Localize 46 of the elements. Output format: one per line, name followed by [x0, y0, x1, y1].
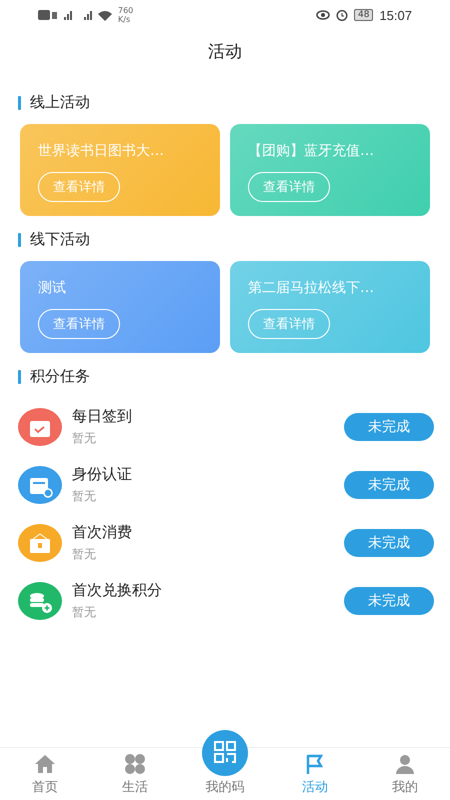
person-icon [393, 753, 417, 775]
card-title: 世界读书日图书大… [38, 142, 165, 160]
status-button[interactable]: 未完成 [344, 413, 434, 441]
details-button[interactable]: 查看详情 [248, 309, 330, 339]
section-marker [18, 96, 21, 110]
section-title: 线上活动 [30, 93, 90, 112]
task-note: 暂无 [72, 604, 97, 621]
eye-icon [316, 10, 330, 20]
network-speed: 760 [118, 6, 134, 15]
tab-item[interactable]: 我的 [360, 748, 450, 800]
clock-time: 15:07 [379, 8, 412, 22]
section-marker [18, 370, 21, 384]
tab-item[interactable]: 生活 [90, 748, 180, 800]
tab-item[interactable]: 首页 [0, 748, 90, 800]
task-name: 身份认证 [72, 465, 133, 484]
section-title: 积分任务 [30, 367, 90, 386]
task-note: 暂无 [72, 546, 97, 563]
activity-card[interactable]: 【团购】蓝牙充值… 查看详情 [230, 124, 430, 216]
tab-item[interactable]: 活动 [270, 748, 360, 800]
status-button[interactable]: 未完成 [344, 587, 434, 615]
alarm-icon [336, 9, 348, 21]
card-title: 第二届马拉松线下… [248, 279, 375, 297]
home-icon [33, 753, 57, 775]
section-marker [18, 232, 21, 246]
activity-card[interactable]: 世界读书日图书大… 查看详情 [20, 124, 220, 216]
task-name: 首次兑换积分 [72, 581, 163, 600]
grid-icon [123, 753, 147, 775]
card-title: 测试 [38, 279, 67, 297]
page-title: 活动 [207, 41, 243, 64]
task-note: 暂无 [72, 430, 97, 447]
details-button[interactable]: 查看详情 [38, 309, 120, 339]
card-title: 【团购】蓝牙充值… [248, 142, 375, 160]
details-button[interactable]: 查看详情 [38, 172, 120, 202]
section-title: 线下活动 [30, 230, 90, 249]
task-name: 首次消费 [72, 523, 133, 542]
status-button[interactable]: 未完成 [344, 471, 434, 499]
activity-card[interactable]: 第二届马拉松线下… 查看详情 [230, 261, 430, 353]
details-button[interactable]: 查看详情 [248, 172, 330, 202]
tab-item[interactable]: 我的码 [180, 724, 270, 800]
task-note: 暂无 [72, 488, 97, 505]
activity-card[interactable]: 测试 查看详情 [20, 261, 220, 353]
status-button[interactable]: 未完成 [344, 529, 434, 557]
task-name: 每日签到 [72, 407, 133, 426]
signal-icon [38, 9, 112, 21]
speed-unit: K/s [118, 15, 132, 24]
battery-indicator: 48 [354, 9, 374, 21]
